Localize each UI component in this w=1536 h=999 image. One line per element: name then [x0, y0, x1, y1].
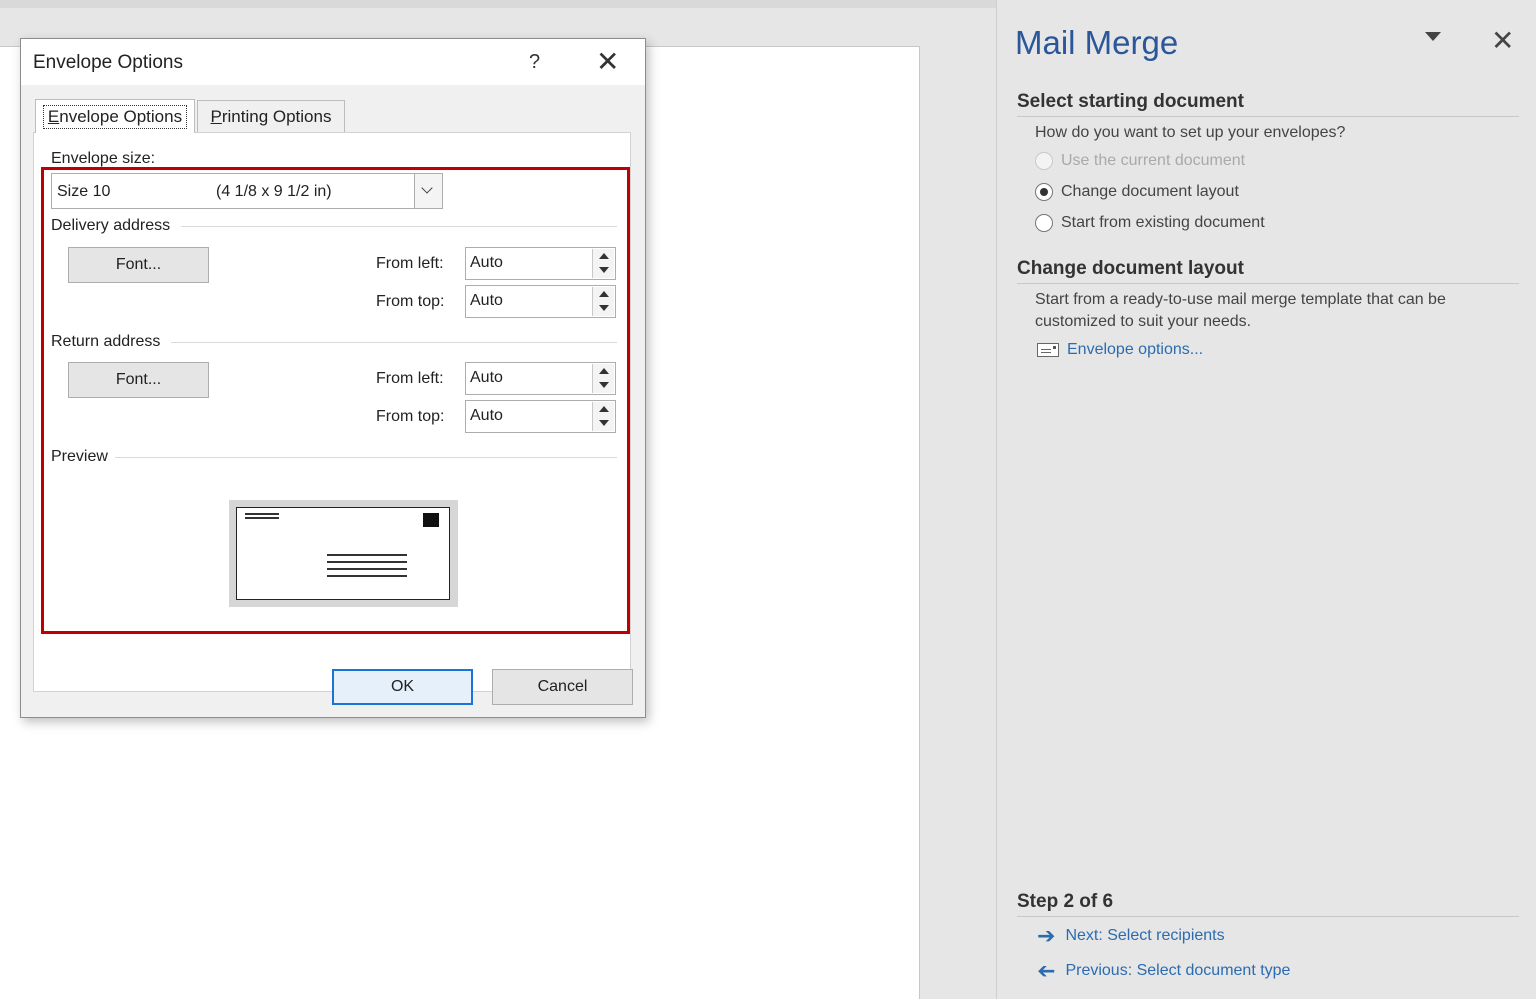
envelope-icon	[1037, 343, 1059, 357]
arrow-right-icon: ➔	[1037, 923, 1056, 948]
preview-address-line	[327, 561, 407, 563]
group-divider	[171, 342, 617, 343]
spin-down-icon[interactable]	[592, 416, 614, 431]
radio-label: Start from existing document	[1061, 214, 1265, 231]
delivery-from-left-input[interactable]: Auto	[465, 247, 616, 280]
section-heading-change-document-layout: Change document layout	[1017, 258, 1519, 284]
radio-button	[1035, 152, 1053, 170]
radio-start-from-existing[interactable]: Start from existing document	[1035, 214, 1265, 232]
pane-options-chevron-down-icon[interactable]	[1425, 32, 1441, 41]
delivery-font-button[interactable]: Font...	[68, 247, 209, 283]
return-from-left-label: From left:	[376, 370, 444, 387]
delivery-from-left-label: From left:	[376, 255, 444, 272]
delivery-address-group-label: Delivery address	[51, 217, 171, 234]
envelope-preview-image	[236, 507, 450, 600]
preview-group-label: Preview	[51, 448, 108, 465]
arrow-left-icon: ➔	[1037, 958, 1056, 983]
group-divider	[181, 226, 617, 227]
delivery-from-top-input[interactable]: Auto	[465, 285, 616, 318]
envelope-size-label: Envelope size:	[51, 150, 156, 167]
envelope-size-value: Size 10	[57, 183, 111, 200]
previous-step-label: Previous: Select document type	[1065, 962, 1291, 979]
radio-label: Change document layout	[1061, 183, 1239, 200]
envelope-options-link-label: Envelope options...	[1067, 341, 1204, 358]
envelope-preview	[229, 500, 458, 607]
ribbon-edge	[0, 0, 996, 8]
spin-value: Auto	[470, 407, 503, 424]
cancel-button[interactable]: Cancel	[492, 669, 633, 705]
envelope-options-dialog: Envelope Options ? ✕ Envelope Options Pr…	[20, 38, 646, 718]
dialog-title: Envelope Options	[33, 52, 183, 73]
radio-use-current-document: Use the current document	[1035, 152, 1245, 170]
preview-address-line	[327, 554, 407, 556]
layout-description-line1: Start from a ready-to-use mail merge tem…	[1035, 291, 1446, 308]
tab-label: Envelope Options	[42, 104, 188, 129]
spin-up-icon[interactable]	[592, 364, 614, 379]
next-step-link[interactable]: ➔ Next: Select recipients	[1037, 923, 1225, 948]
spin-value: Auto	[470, 369, 503, 386]
radio-change-document-layout[interactable]: Change document layout	[1035, 183, 1239, 201]
preview-return-line	[245, 517, 279, 519]
preview-address-line	[327, 568, 407, 570]
group-divider	[115, 457, 617, 458]
chevron-down-icon[interactable]	[414, 174, 442, 208]
spin-up-icon[interactable]	[592, 249, 614, 264]
spin-down-icon[interactable]	[592, 263, 614, 278]
delivery-from-top-label: From top:	[376, 293, 445, 310]
spin-down-icon[interactable]	[592, 378, 614, 393]
setup-question: How do you want to set up your envelopes…	[1035, 124, 1346, 141]
return-from-left-input[interactable]: Auto	[465, 362, 616, 395]
spin-value: Auto	[470, 254, 503, 271]
ok-button[interactable]: OK	[332, 669, 473, 705]
preview-return-line	[245, 513, 279, 515]
radio-button[interactable]	[1035, 214, 1053, 232]
envelope-options-link[interactable]: Envelope options...	[1037, 341, 1203, 359]
tab-envelope-options[interactable]: Envelope Options	[35, 99, 195, 133]
radio-button[interactable]	[1035, 183, 1053, 201]
tab-label: Printing Options	[210, 107, 332, 126]
previous-step-link[interactable]: ➔ Previous: Select document type	[1037, 958, 1291, 983]
envelope-size-select[interactable]: Size 10 (4 1/8 x 9 1/2 in)	[51, 173, 443, 209]
dialog-titlebar[interactable]: Envelope Options ? ✕	[21, 39, 645, 85]
radio-label: Use the current document	[1061, 152, 1246, 169]
return-from-top-label: From top:	[376, 408, 445, 425]
spin-up-icon[interactable]	[592, 287, 614, 302]
help-icon[interactable]: ?	[529, 51, 540, 74]
layout-description-line2: customized to suit your needs.	[1035, 313, 1252, 330]
tab-printing-options[interactable]: Printing Options	[197, 100, 345, 133]
next-step-label: Next: Select recipients	[1065, 927, 1225, 944]
mail-merge-pane: Mail Merge ✕ Select starting document Ho…	[996, 0, 1536, 999]
step-heading: Step 2 of 6	[1017, 891, 1519, 917]
return-address-group-label: Return address	[51, 333, 161, 350]
pane-title: Mail Merge	[1015, 24, 1179, 61]
return-from-top-input[interactable]: Auto	[465, 400, 616, 433]
preview-stamp	[423, 513, 439, 527]
envelope-size-dims: (4 1/8 x 9 1/2 in)	[216, 183, 332, 200]
preview-address-line	[327, 575, 407, 577]
spin-up-icon[interactable]	[592, 402, 614, 417]
section-heading-select-starting-document: Select starting document	[1017, 91, 1519, 117]
spin-down-icon[interactable]	[592, 301, 614, 316]
pane-close-icon[interactable]: ✕	[1491, 26, 1514, 56]
return-font-button[interactable]: Font...	[68, 362, 209, 398]
spin-value: Auto	[470, 292, 503, 309]
dialog-close-icon[interactable]: ✕	[596, 45, 619, 78]
